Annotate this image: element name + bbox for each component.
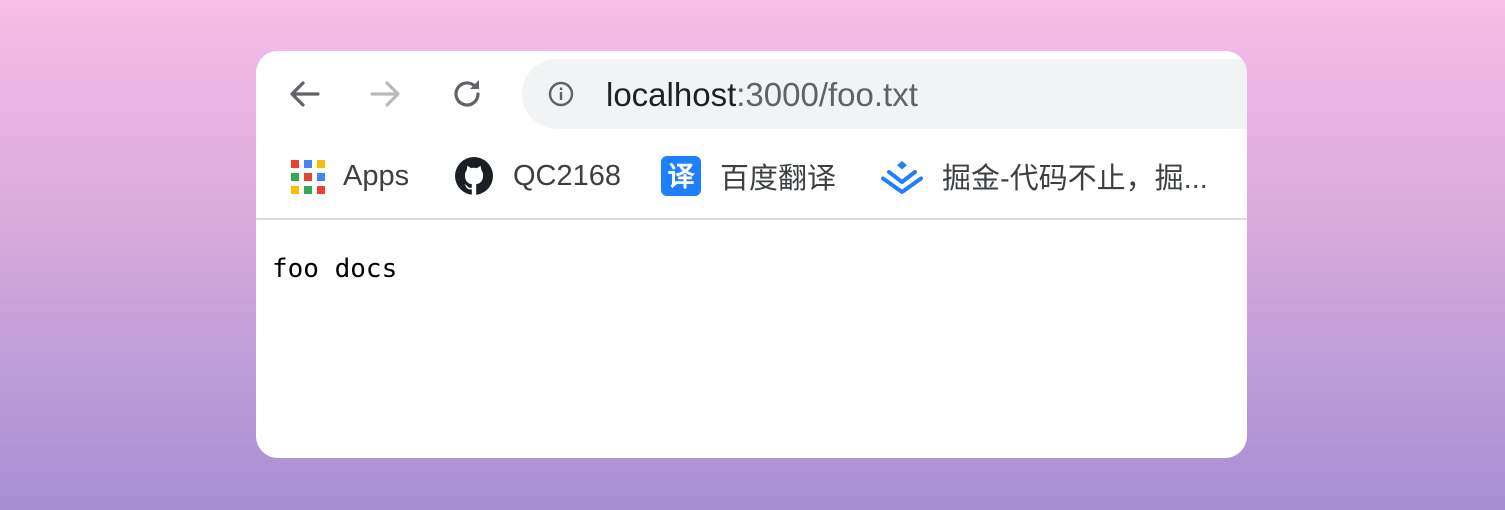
back-button[interactable] — [287, 76, 323, 112]
url-text[interactable]: localhost:3000/foo.txt — [606, 59, 918, 129]
bookmark-label: QC2168 — [513, 159, 622, 192]
url-path: :3000/foo.txt — [736, 76, 918, 113]
arrow-left-icon — [290, 81, 320, 107]
bookmarks-bar: Apps QC2168 译 百度翻译 掘金-代码不止，掘... — [256, 139, 1247, 219]
browser-window: localhost:3000/foo.txt Apps QC2168 译 百度翻… — [256, 51, 1247, 458]
browser-toolbar: localhost:3000/foo.txt — [256, 51, 1247, 139]
apps-grid-icon — [290, 159, 325, 194]
url-host: localhost — [606, 76, 737, 113]
bookmark-baidu-translate[interactable]: 译 百度翻译 — [661, 139, 836, 213]
address-bar[interactable]: localhost:3000/foo.txt — [522, 59, 1247, 129]
toolbar-divider — [256, 218, 1247, 220]
juejin-icon — [881, 161, 923, 194]
forward-button[interactable] — [367, 76, 403, 112]
bookmark-label: 掘金-代码不止，掘... — [942, 163, 1208, 195]
arrow-right-icon — [370, 81, 400, 107]
bookmark-apps[interactable]: Apps — [290, 139, 409, 213]
reload-icon — [454, 80, 480, 107]
bookmark-label: 百度翻译 — [720, 163, 837, 195]
reload-button[interactable] — [449, 76, 485, 112]
bookmark-juejin[interactable]: 掘金-代码不止，掘... — [881, 139, 1208, 213]
baidu-translate-icon-text: 译 — [668, 162, 696, 193]
info-icon[interactable] — [548, 81, 574, 107]
page-text: foo docs — [272, 254, 398, 284]
bookmark-label: Apps — [343, 159, 410, 192]
github-icon — [455, 157, 493, 195]
bookmark-qc2168[interactable]: QC2168 — [454, 139, 621, 213]
baidu-translate-icon: 译 — [661, 156, 701, 196]
